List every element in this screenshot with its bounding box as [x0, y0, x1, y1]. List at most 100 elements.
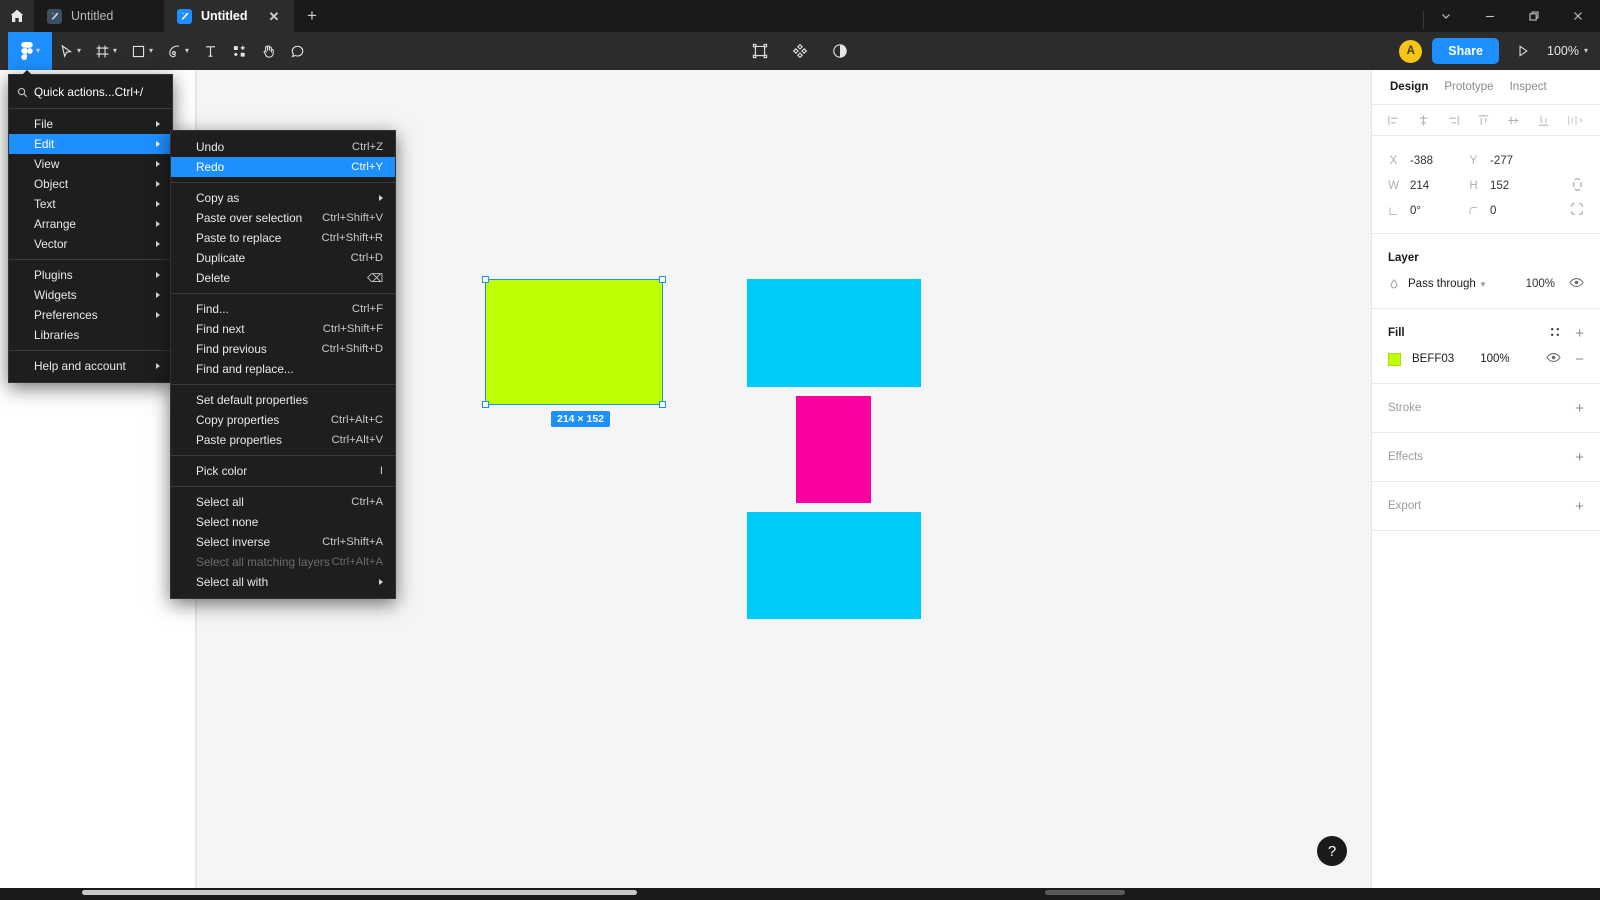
plugins-icon[interactable]	[785, 32, 815, 70]
menu-item-duplicate[interactable]: Duplicate Ctrl+D	[171, 248, 395, 268]
fill-styles-icon[interactable]	[1549, 326, 1561, 341]
resize-handle-top-right[interactable]	[659, 276, 666, 283]
menu-item-select-all-with[interactable]: Select all with	[171, 572, 395, 592]
visibility-icon[interactable]	[1569, 276, 1584, 292]
menu-item-paste-to-replace[interactable]: Paste to replace Ctrl+Shift+R	[171, 228, 395, 248]
menu-item-preferences[interactable]: Preferences	[9, 305, 172, 325]
dev-mode-icon[interactable]	[825, 32, 855, 70]
rectangle-cyan-bottom[interactable]	[747, 512, 921, 619]
comment-tool[interactable]	[283, 32, 312, 70]
y-field[interactable]: Y -277	[1468, 155, 1548, 167]
tab-prototype[interactable]: Prototype	[1444, 81, 1493, 93]
menu-item-find-and-replace[interactable]: Find and replace...	[171, 359, 395, 379]
align-horizontal-center-icon[interactable]	[1416, 113, 1431, 128]
menu-item-select-inverse[interactable]: Select inverse Ctrl+Shift+A	[171, 532, 395, 552]
menu-item-select-all[interactable]: Select all Ctrl+A	[171, 492, 395, 512]
chevron-down-icon[interactable]	[1424, 0, 1468, 32]
tab-untitled-2[interactable]: Untitled ✕	[164, 0, 294, 32]
visibility-icon[interactable]	[1546, 351, 1561, 367]
menu-item-object[interactable]: Object	[9, 174, 172, 194]
menu-item-help-and-account[interactable]: Help and account	[9, 356, 172, 376]
menu-item-set-default-properties[interactable]: Set default properties	[171, 390, 395, 410]
chevron-down-icon[interactable]: ▾	[185, 47, 189, 55]
tab-inspect[interactable]: Inspect	[1510, 81, 1547, 93]
chevron-down-icon[interactable]: ▾	[113, 47, 117, 55]
x-field[interactable]: X -388	[1388, 155, 1468, 167]
add-fill-button[interactable]: +	[1575, 326, 1584, 341]
align-vertical-center-icon[interactable]	[1506, 113, 1521, 128]
horizontal-scrollbar-thumb-primary[interactable]	[82, 890, 637, 895]
resize-handle-bottom-right[interactable]	[659, 401, 666, 408]
lock-aspect-ratio-icon[interactable]	[1571, 177, 1584, 195]
distribute-icon[interactable]	[1566, 113, 1586, 128]
share-button[interactable]: Share	[1432, 38, 1499, 64]
selection-actions-icon[interactable]	[745, 32, 775, 70]
menu-item-view[interactable]: View	[9, 154, 172, 174]
fill-opacity-value[interactable]: 100%	[1480, 353, 1509, 365]
text-tool[interactable]	[196, 32, 225, 70]
fill-color-swatch[interactable]	[1388, 352, 1401, 366]
rotation-field[interactable]: 0°	[1388, 205, 1468, 217]
horizontal-scrollbar-thumb-secondary[interactable]	[1045, 890, 1125, 895]
align-top-icon[interactable]	[1476, 113, 1491, 128]
help-button[interactable]: ?	[1317, 836, 1347, 866]
close-icon[interactable]: ✕	[266, 8, 282, 24]
menu-item-widgets[interactable]: Widgets	[9, 285, 172, 305]
menu-item-plugins[interactable]: Plugins	[9, 265, 172, 285]
avatar[interactable]: A	[1399, 39, 1423, 63]
menu-item-text[interactable]: Text	[9, 194, 172, 214]
menu-item-libraries[interactable]: Libraries	[9, 325, 172, 345]
menu-item-undo[interactable]: Undo Ctrl+Z	[171, 137, 395, 157]
menu-item-find-next[interactable]: Find next Ctrl+Shift+F	[171, 319, 395, 339]
hand-tool[interactable]	[254, 32, 283, 70]
home-button[interactable]	[0, 0, 34, 32]
width-field[interactable]: W 214	[1388, 180, 1468, 192]
add-export-button[interactable]: +	[1575, 499, 1584, 514]
rectangle-cyan-top[interactable]	[747, 279, 921, 387]
height-field[interactable]: H 152	[1468, 180, 1548, 192]
chevron-down-icon[interactable]: ▾	[77, 47, 81, 55]
pen-tool[interactable]: ▾	[160, 32, 196, 70]
corner-radius-field[interactable]: 0	[1468, 205, 1548, 217]
resize-handle-bottom-left[interactable]	[482, 401, 489, 408]
menu-item-select-none[interactable]: Select none	[171, 512, 395, 532]
tab-untitled-1[interactable]: Untitled	[34, 0, 164, 32]
tab-design[interactable]: Design	[1390, 81, 1428, 93]
zoom-control[interactable]: 100% ▾	[1547, 44, 1592, 58]
figma-menu-button[interactable]: ▾	[8, 32, 52, 70]
menu-item-file[interactable]: File	[9, 114, 172, 134]
remove-fill-button[interactable]: −	[1575, 352, 1584, 367]
frame-tool[interactable]: ▾	[88, 32, 124, 70]
new-tab-button[interactable]: +	[294, 0, 330, 32]
blend-mode-value[interactable]: Pass through	[1408, 278, 1476, 290]
menu-item-paste-properties[interactable]: Paste properties Ctrl+Alt+V	[171, 430, 395, 450]
menu-item-copy-properties[interactable]: Copy properties Ctrl+Alt+C	[171, 410, 395, 430]
minimize-icon[interactable]	[1468, 0, 1512, 32]
menu-item-vector[interactable]: Vector	[9, 234, 172, 254]
present-button[interactable]	[1509, 32, 1537, 70]
menu-item-delete[interactable]: Delete ⌫	[171, 268, 395, 288]
resources-tool[interactable]	[225, 32, 254, 70]
menu-item-copy-as[interactable]: Copy as	[171, 188, 395, 208]
move-tool[interactable]: ▾	[52, 32, 88, 70]
fill-hex-value[interactable]: BEFF03	[1412, 353, 1454, 365]
chevron-down-icon[interactable]: ▾	[149, 47, 153, 55]
menu-item-find[interactable]: Find... Ctrl+F	[171, 299, 395, 319]
menu-item-find-previous[interactable]: Find previous Ctrl+Shift+D	[171, 339, 395, 359]
restore-icon[interactable]	[1512, 0, 1556, 32]
add-effect-button[interactable]: +	[1575, 450, 1584, 465]
shape-tool[interactable]: ▾	[124, 32, 160, 70]
quick-actions-item[interactable]: Quick actions... Ctrl+/	[9, 81, 172, 103]
chevron-down-icon[interactable]: ▾	[1481, 279, 1486, 290]
add-stroke-button[interactable]: +	[1575, 401, 1584, 416]
menu-item-edit[interactable]: Edit	[9, 134, 172, 154]
align-left-icon[interactable]	[1386, 113, 1401, 128]
menu-item-redo[interactable]: Redo Ctrl+Y	[171, 157, 395, 177]
rectangle-magenta[interactable]	[796, 396, 871, 503]
align-bottom-icon[interactable]	[1536, 113, 1551, 128]
resize-handle-top-left[interactable]	[482, 276, 489, 283]
menu-item-arrange[interactable]: Arrange	[9, 214, 172, 234]
align-right-icon[interactable]	[1446, 113, 1461, 128]
independent-corners-icon[interactable]	[1570, 202, 1584, 219]
close-icon[interactable]	[1556, 0, 1600, 32]
